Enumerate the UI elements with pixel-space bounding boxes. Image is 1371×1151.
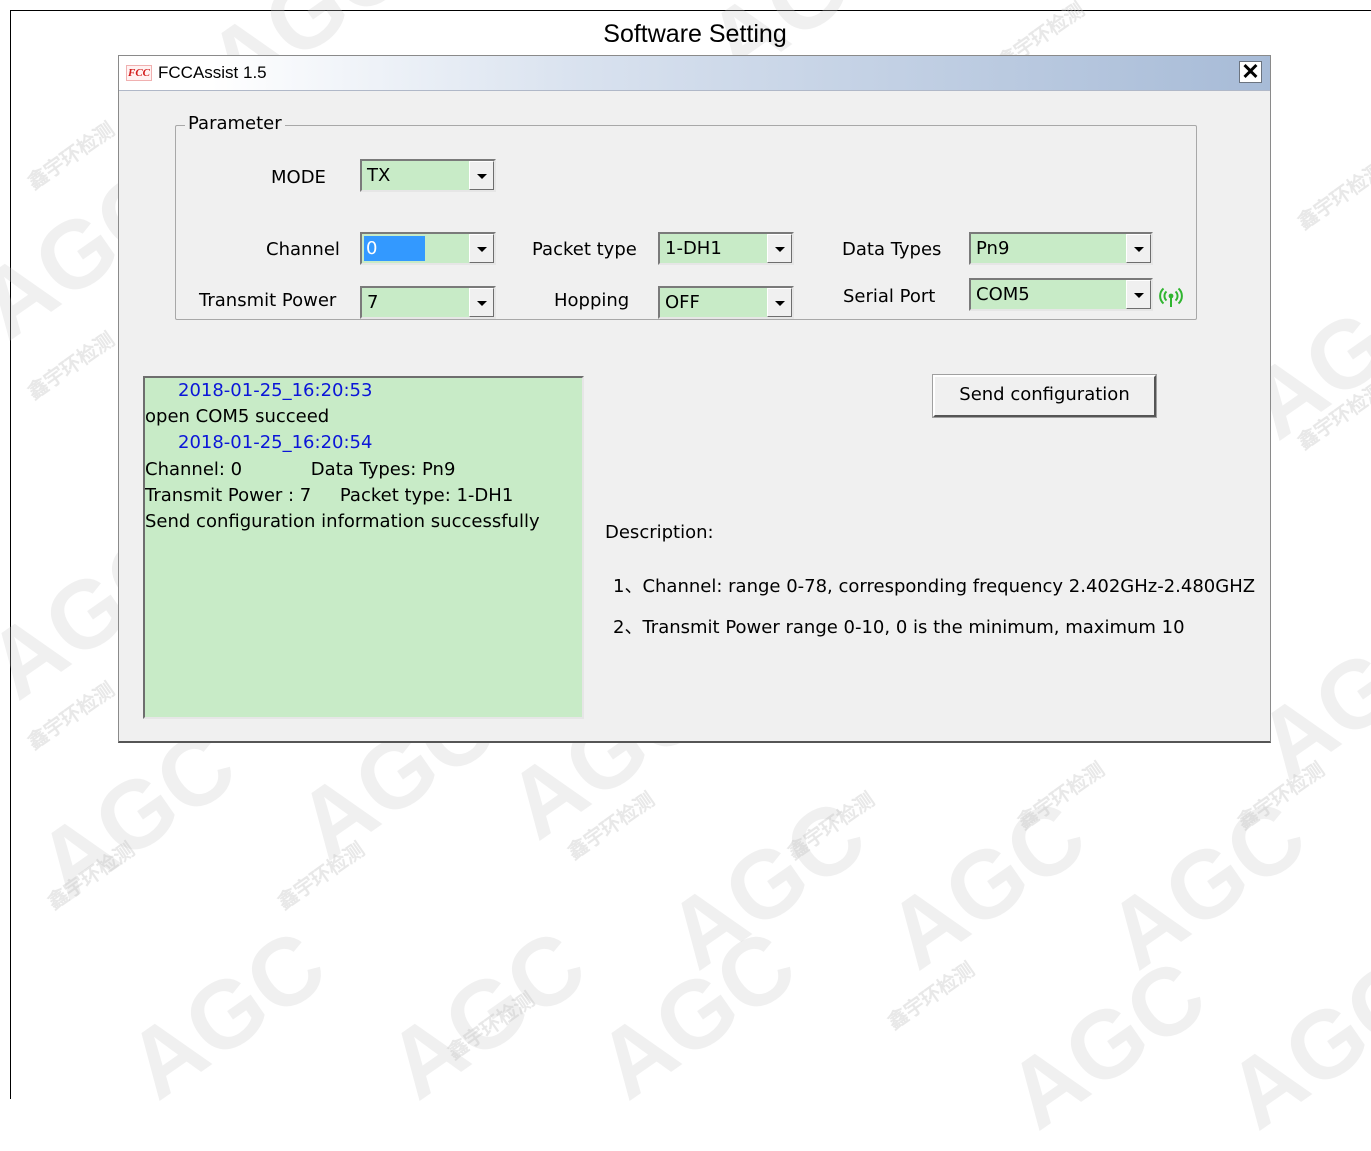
log-line: Transmit Power : 7 Packet type: 1-DH1 <box>145 484 514 506</box>
log-line-timestamp: 2018-01-25_16:20:54 <box>178 432 373 454</box>
transmit-power-label: Transmit Power <box>199 290 337 311</box>
packet-type-value: 1-DH1 <box>665 238 722 259</box>
log-line-timestamp: 2018-01-25_16:20:53 <box>178 380 373 401</box>
parameter-group: Parameter MODE TX Channel 0 Packet type … <box>175 113 1197 320</box>
serial-port-value: COM5 <box>976 284 1030 305</box>
close-button[interactable]: ✕ <box>1239 61 1262 83</box>
transmit-power-select[interactable]: 7 <box>360 286 496 319</box>
log-output[interactable]: 2018-01-25_16:20:53 open COM5 succeed 20… <box>143 376 584 719</box>
page-title: Software Setting <box>603 20 787 48</box>
data-types-label: Data Types <box>842 239 942 260</box>
chevron-down-icon[interactable] <box>469 288 494 317</box>
mode-select[interactable]: TX <box>360 159 496 192</box>
channel-label: Channel <box>266 239 340 260</box>
serial-port-select[interactable]: COM5 <box>969 278 1153 311</box>
transmit-power-value: 7 <box>367 292 379 313</box>
packet-type-select[interactable]: 1-DH1 <box>658 232 794 265</box>
mode-value: TX <box>367 165 391 186</box>
serial-port-label: Serial Port <box>843 286 936 307</box>
data-types-select[interactable]: Pn9 <box>969 232 1153 265</box>
chevron-down-icon[interactable] <box>1126 280 1151 309</box>
hopping-select[interactable]: OFF <box>658 286 794 319</box>
data-types-value: Pn9 <box>976 238 1010 259</box>
log-line: open COM5 succeed <box>145 406 330 428</box>
wireless-signal-icon <box>1159 287 1183 307</box>
hopping-value: OFF <box>665 292 700 313</box>
description-item: 2、Transmit Power range 0-10, 0 is the mi… <box>613 617 1185 638</box>
packet-type-label: Packet type <box>532 239 637 260</box>
window-titlebar[interactable]: FCC FCCAssist 1.5 ✕ <box>119 56 1270 91</box>
chevron-down-icon[interactable] <box>767 288 792 317</box>
chevron-down-icon[interactable] <box>767 234 792 263</box>
app-logo-icon: FCC <box>126 65 152 81</box>
send-configuration-button[interactable]: Send configuration <box>932 374 1157 418</box>
app-window: FCC FCCAssist 1.5 ✕ Parameter MODE TX Ch… <box>118 55 1271 743</box>
chevron-down-icon[interactable] <box>1126 234 1151 263</box>
description-item: 1、Channel: range 0-78, corresponding fre… <box>613 576 1256 597</box>
log-line: Channel: 0 Data Types: Pn9 <box>145 458 456 480</box>
hopping-label: Hopping <box>554 290 630 311</box>
chevron-down-icon[interactable] <box>469 161 494 190</box>
channel-value: 0 <box>364 236 426 261</box>
chevron-down-icon[interactable] <box>469 234 494 263</box>
window-title: FCCAssist 1.5 <box>158 63 267 82</box>
channel-select[interactable]: 0 <box>360 232 496 265</box>
log-line: Send configuration information successfu… <box>145 511 540 533</box>
parameter-group-label: Parameter <box>185 113 285 134</box>
description-title: Description: <box>605 522 714 543</box>
mode-label: MODE <box>271 167 326 188</box>
